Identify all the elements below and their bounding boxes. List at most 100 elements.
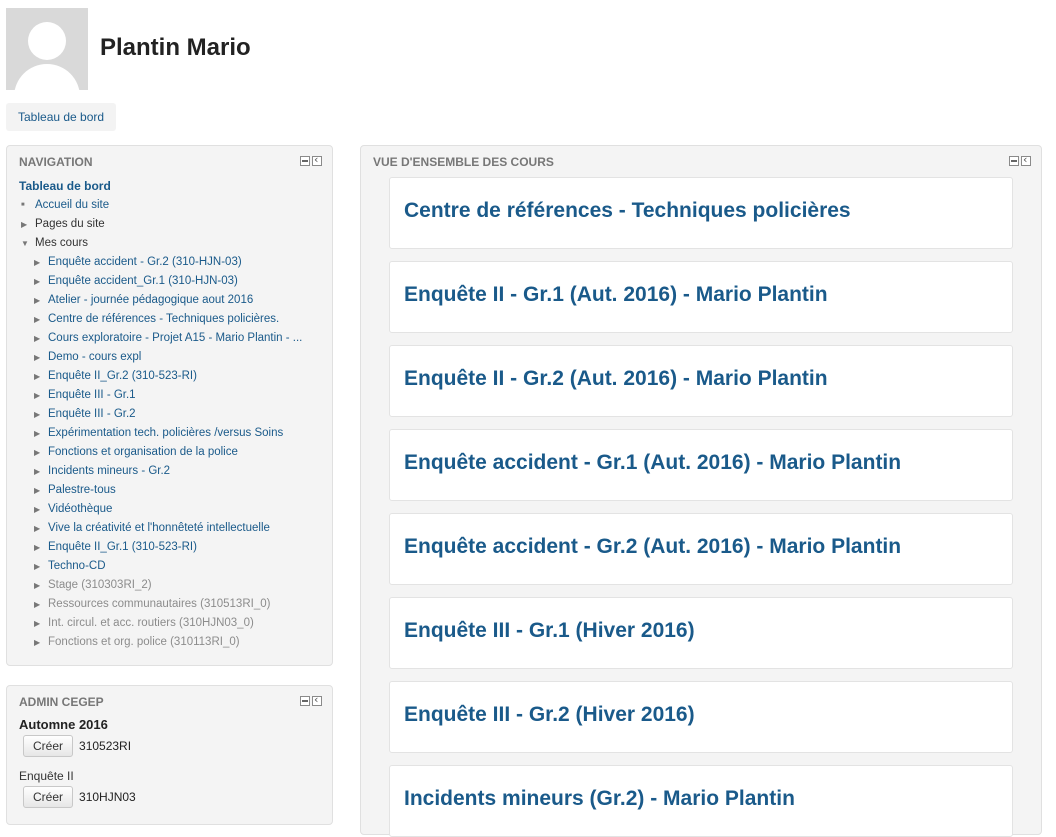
expand-arrow-icon: ▶ — [34, 486, 41, 495]
expand-arrow-icon: ▶ — [34, 315, 41, 324]
collapse-block-icon[interactable] — [300, 696, 310, 706]
nav-item-label: Mes cours — [35, 237, 89, 249]
nav-item[interactable]: ▶ Enquête III - Gr.1 — [19, 386, 324, 405]
nav-item[interactable]: ▶ Cours exploratoire - Projet A15 - Mario… — [19, 329, 324, 348]
course-overview-block: VUE D'ENSEMBLE DES COURS Centre de référ… — [360, 145, 1042, 837]
nav-item-label: Enquête III - Gr.1 — [48, 389, 136, 401]
expand-arrow-icon: ▶ — [34, 372, 41, 381]
create-button[interactable]: Créer — [23, 786, 74, 808]
nav-item-label: Pages du site — [35, 218, 105, 230]
nav-item[interactable]: ■ Accueil du site — [19, 196, 324, 215]
breadcrumb-dashboard[interactable]: Tableau de bord — [6, 103, 117, 131]
nav-item-label: Vidéothèque — [48, 503, 113, 515]
expand-arrow-icon: ▶ — [34, 277, 41, 286]
course-overview-controls — [1009, 153, 1031, 166]
nav-item[interactable]: ▶ Ressources communautaires (310513RI_0) — [19, 595, 324, 614]
nav-item-label: Centre de références - Techniques polici… — [48, 313, 280, 325]
nav-item-label: Atelier - journée pédagogique aout 2016 — [48, 294, 254, 306]
nav-item-label: Enquête accident - Gr.2 (310-HJN-03) — [48, 256, 242, 268]
nav-item-label: Enquête accident_Gr.1 (310-HJN-03) — [48, 275, 238, 287]
expand-arrow-icon: ▶ — [34, 391, 41, 400]
nav-item[interactable]: ▶ Stage (310303RI_2) — [19, 576, 324, 595]
course-card: Enquête accident - Gr.2 (Aut. 2016) - Ma… — [389, 513, 1013, 585]
nav-item-label: Demo - cours expl — [48, 351, 142, 363]
course-title-link[interactable]: Enquête II - Gr.1 (Aut. 2016) - Mario Pl… — [404, 283, 828, 307]
expand-arrow-icon: ▶ — [34, 581, 41, 590]
expand-arrow-icon: ▶ — [21, 220, 28, 229]
admin-cegep-block: ADMIN CEGEP Automne 2016 Créer 310523RI … — [6, 685, 333, 825]
nav-item[interactable]: ▶ Fonctions et organisation de la police — [19, 443, 324, 462]
expand-arrow-icon: ▶ — [34, 334, 41, 343]
nav-item[interactable]: ▶ Pages du site — [19, 215, 324, 234]
nav-item[interactable]: ▶ Enquête II_Gr.1 (310-523-RI) — [19, 538, 324, 557]
course-title-link[interactable]: Incidents mineurs (Gr.2) - Mario Plantin — [404, 787, 795, 811]
dock-block-icon[interactable] — [312, 693, 322, 706]
course-title-link[interactable]: Enquête accident - Gr.2 (Aut. 2016) - Ma… — [404, 535, 901, 559]
admin-block-title: ADMIN CEGEP — [19, 695, 104, 709]
expand-arrow-icon: ▶ — [34, 543, 41, 552]
nav-item[interactable]: ▶ Int. circul. et acc. routiers (310HJN03… — [19, 614, 324, 633]
dock-block-icon[interactable] — [312, 153, 322, 166]
expand-arrow-icon: ▶ — [34, 448, 41, 457]
nav-item-label: Enquête III - Gr.2 — [48, 408, 136, 420]
nav-item[interactable]: ▶ Incidents mineurs - Gr.2 — [19, 462, 324, 481]
course-card: Enquête III - Gr.2 (Hiver 2016) — [389, 681, 1013, 753]
nav-item[interactable]: ▶ Demo - cours expl — [19, 348, 324, 367]
expand-arrow-icon: ▶ — [34, 296, 41, 305]
nav-item[interactable]: ▶ Fonctions et org. police (310113RI_0) — [19, 633, 324, 652]
course-title-link[interactable]: Enquête accident - Gr.1 (Aut. 2016) - Ma… — [404, 451, 901, 475]
nav-item[interactable]: ▶ Centre de références - Techniques polic… — [19, 310, 324, 329]
nav-item-label: Cours exploratoire - Projet A15 - Mario … — [48, 332, 303, 344]
nav-item-label: Vive la créativité et l'honnêteté intell… — [48, 522, 270, 534]
collapse-block-icon[interactable] — [1009, 156, 1019, 166]
nav-item[interactable]: ▶ Palestre-tous — [19, 481, 324, 500]
bullet-square-icon: ■ — [21, 202, 25, 208]
course-title-link[interactable]: Enquête II - Gr.2 (Aut. 2016) - Mario Pl… — [404, 367, 828, 391]
navigation-block-controls — [300, 153, 322, 166]
course-code: 310HJN03 — [79, 790, 136, 804]
expand-arrow-icon: ▶ — [34, 562, 41, 571]
expand-arrow-icon: ▶ — [34, 619, 41, 628]
course-title-link[interactable]: Enquête III - Gr.2 (Hiver 2016) — [404, 703, 695, 727]
nav-item[interactable]: ▶ Enquête accident - Gr.2 (310-HJN-03) — [19, 253, 324, 272]
nav-item-label: Enquête II_Gr.1 (310-523-RI) — [48, 541, 197, 553]
collapse-arrow-icon: ▼ — [21, 239, 29, 248]
course-card: Enquête accident - Gr.1 (Aut. 2016) - Ma… — [389, 429, 1013, 501]
dock-block-icon[interactable] — [1021, 153, 1031, 166]
admin-create-row: Créer 310HJN03 — [23, 786, 136, 808]
avatar-body-shape — [14, 64, 80, 90]
course-card: Incidents mineurs (Gr.2) - Mario Plantin — [389, 765, 1013, 837]
course-card: Enquête II - Gr.2 (Aut. 2016) - Mario Pl… — [389, 345, 1013, 417]
expand-arrow-icon: ▶ — [34, 467, 41, 476]
course-title-link[interactable]: Centre de références - Techniques polici… — [404, 199, 851, 223]
expand-arrow-icon: ▶ — [34, 638, 41, 647]
course-title-link[interactable]: Enquête III - Gr.1 (Hiver 2016) — [404, 619, 695, 643]
nav-item[interactable]: ▶ Enquête accident_Gr.1 (310-HJN-03) — [19, 272, 324, 291]
navigation-block: NAVIGATION Tableau de bord ■ Accueil du s… — [6, 145, 333, 666]
expand-arrow-icon: ▶ — [34, 600, 41, 609]
nav-tree: ■ Accueil du site ▶ Pages du site ▼ Mes cours… — [19, 196, 324, 652]
nav-item-label: Palestre-tous — [48, 484, 116, 496]
nav-item-label: Stage (310303RI_2) — [48, 579, 152, 591]
collapse-block-icon[interactable] — [300, 156, 310, 166]
nav-item[interactable]: ▶ Vidéothèque — [19, 500, 324, 519]
nav-item[interactable]: ▶ Expérimentation tech. policières /versu… — [19, 424, 324, 443]
course-card: Enquête II - Gr.1 (Aut. 2016) - Mario Pl… — [389, 261, 1013, 333]
nav-item[interactable]: ▶ Enquête III - Gr.2 — [19, 405, 324, 424]
course-card: Enquête III - Gr.1 (Hiver 2016) — [389, 597, 1013, 669]
course-card: Centre de références - Techniques polici… — [389, 177, 1013, 249]
nav-item[interactable]: ▶ Techno-CD — [19, 557, 324, 576]
create-button[interactable]: Créer — [23, 735, 74, 757]
nav-item[interactable]: ▼ Mes cours — [19, 234, 324, 253]
nav-item[interactable]: ▶ Enquête II_Gr.2 (310-523-RI) — [19, 367, 324, 386]
expand-arrow-icon: ▶ — [34, 258, 41, 267]
nav-item-label: Incidents mineurs - Gr.2 — [48, 465, 171, 477]
nav-item-label: Ressources communautaires (310513RI_0) — [48, 598, 271, 610]
nav-item[interactable]: ▶ Atelier - journée pédagogique aout 2016 — [19, 291, 324, 310]
nav-item[interactable]: ▶ Vive la créativité et l'honnêteté intel… — [19, 519, 324, 538]
user-avatar — [6, 8, 88, 90]
nav-dashboard-link[interactable]: Tableau de bord — [19, 179, 111, 193]
expand-arrow-icon: ▶ — [34, 505, 41, 514]
page-title: Plantin Mario — [100, 34, 251, 61]
expand-arrow-icon: ▶ — [34, 429, 41, 438]
